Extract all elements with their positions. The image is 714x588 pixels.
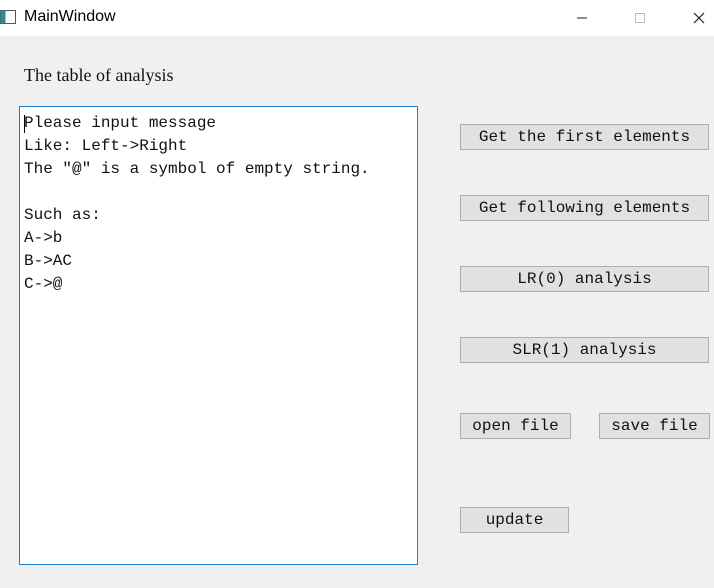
get-first-elements-button[interactable]: Get the first elements [460, 124, 709, 150]
minimize-button[interactable] [553, 0, 611, 36]
update-button[interactable]: update [460, 507, 569, 533]
message-text: Please input message Like: Left->Right T… [24, 112, 370, 296]
text-line: The "@" is a symbol of empty string. [24, 160, 370, 178]
message-input-area[interactable]: Please input message Like: Left->Right T… [19, 106, 418, 565]
lr0-analysis-button[interactable]: LR(0) analysis [460, 266, 709, 292]
window-title: MainWindow [24, 8, 116, 25]
slr1-analysis-button[interactable]: SLR(1) analysis [460, 337, 709, 363]
text-line [24, 181, 370, 204]
app-window-icon [0, 10, 16, 24]
maximize-icon [635, 13, 645, 23]
save-file-button[interactable]: save file [599, 413, 710, 439]
text-line: C->@ [24, 275, 63, 293]
text-line: Such as: [24, 206, 101, 224]
minimize-icon [577, 17, 587, 19]
page-title: The table of analysis [24, 65, 174, 85]
close-icon [693, 12, 705, 24]
open-file-button[interactable]: open file [460, 413, 571, 439]
text-line: B->AC [24, 252, 73, 270]
maximize-button [611, 0, 669, 36]
close-button[interactable] [670, 0, 714, 36]
title-bar: MainWindow [0, 0, 714, 36]
text-line: Like: Left->Right [24, 137, 188, 155]
text-line: A->b [24, 229, 63, 247]
get-following-elements-button[interactable]: Get following elements [460, 195, 709, 221]
text-line: Please input message [24, 114, 217, 132]
